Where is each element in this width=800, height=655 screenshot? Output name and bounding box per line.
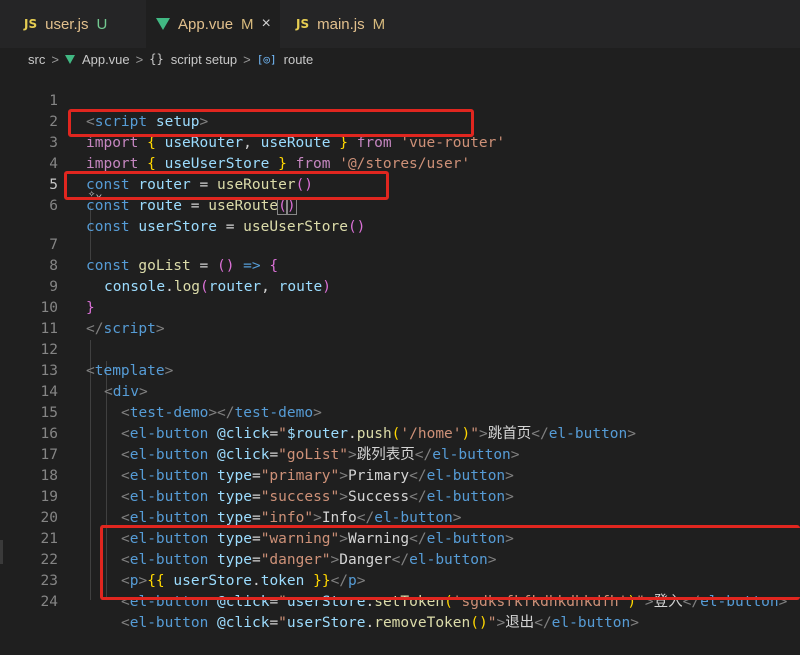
- token: (: [277, 197, 288, 215]
- chevron-right-icon: >: [135, 51, 144, 67]
- vue-file-icon: [64, 54, 75, 64]
- token: =: [269, 615, 279, 631]
- git-status-badge: M: [372, 15, 386, 33]
- chevron-right-icon: >: [51, 51, 59, 67]
- tab-app-vue[interactable]: App.vue M ×: [146, 0, 280, 48]
- token: <: [121, 615, 130, 631]
- code-line: 7 const goList = () => {: [0, 214, 800, 274]
- token: useRoute: [208, 198, 279, 214]
- line-number: 24: [40, 594, 58, 610]
- token: @click: [217, 615, 270, 631]
- token: route: [138, 198, 183, 214]
- code-line: 15 <el-button @click="$router.push('/hom…: [0, 382, 800, 442]
- breadcrumb: src > App.vue > {} script setup > [◎] ro…: [0, 48, 800, 70]
- token: ": [278, 615, 287, 631]
- git-status-badge: U: [96, 15, 108, 33]
- token: .: [365, 615, 375, 631]
- braces-icon: {}: [149, 52, 164, 66]
- close-icon[interactable]: ×: [262, 15, 271, 33]
- js-file-icon: JS: [296, 17, 310, 31]
- chevron-right-icon: >: [243, 51, 251, 67]
- token: =: [182, 198, 209, 214]
- breadcrumb-item-file[interactable]: App.vue: [82, 52, 130, 67]
- code-line: 9 }: [0, 256, 800, 316]
- token: 退出: [505, 615, 535, 631]
- token: const: [86, 198, 130, 214]
- highlight-box-template: [100, 525, 800, 600]
- code-line: 20 <el-button type="warning">Warning</el…: [0, 487, 800, 547]
- tab-label: user.js: [45, 15, 89, 33]
- code-line: 14 <test-demo></test-demo>: [0, 361, 800, 421]
- code-editor[interactable]: ✧⌄ 1 <script setup> 2 import { useRouter…: [0, 70, 800, 631]
- code-line: 1 <script setup>: [0, 70, 800, 130]
- token: ": [487, 615, 497, 631]
- code-line: 10 </script>: [0, 277, 800, 337]
- vue-file-icon: [156, 18, 170, 30]
- highlight-box-import: [68, 109, 474, 137]
- token: (): [470, 615, 488, 631]
- editor-tab-bar: JS user.js U App.vue M × JS main.js M: [0, 0, 800, 49]
- code-line: 12 <template>: [0, 319, 800, 379]
- code-line: 8 console.log(router, route): [0, 235, 800, 295]
- tab-label: App.vue: [178, 15, 234, 33]
- token: </: [534, 615, 552, 631]
- symbol-variable-icon: [◎]: [256, 52, 277, 66]
- code-line: 11: [0, 298, 800, 337]
- token: userStore: [286, 615, 366, 631]
- git-status-badge: M: [241, 15, 254, 33]
- code-line: 13 <div>: [0, 340, 800, 400]
- tab-label: main.js: [317, 15, 365, 33]
- token: >: [496, 615, 506, 631]
- breadcrumb-item-symbol[interactable]: route: [284, 52, 314, 67]
- token: ): [285, 197, 297, 215]
- token: >: [630, 615, 639, 631]
- code-line: 19 <el-button type="info">Info</el-butto…: [0, 466, 800, 526]
- token: el-button: [551, 615, 631, 631]
- tab-user-js[interactable]: JS user.js U: [14, 0, 134, 48]
- token: el-button: [129, 615, 209, 631]
- highlight-box-userstore: [64, 171, 389, 200]
- token: removeToken: [374, 615, 471, 631]
- breadcrumb-item-section[interactable]: script setup: [171, 52, 237, 67]
- code-line: 17 <el-button type="primary">Primary</el…: [0, 424, 800, 484]
- js-file-icon: JS: [24, 17, 38, 31]
- code-line: 16 <el-button @click="goList">跳列表页</el-b…: [0, 403, 800, 463]
- code-line: 18 <el-button type="success">Success</el…: [0, 445, 800, 505]
- breadcrumb-item-src[interactable]: src: [28, 52, 45, 67]
- tab-main-js[interactable]: JS main.js M: [286, 0, 396, 48]
